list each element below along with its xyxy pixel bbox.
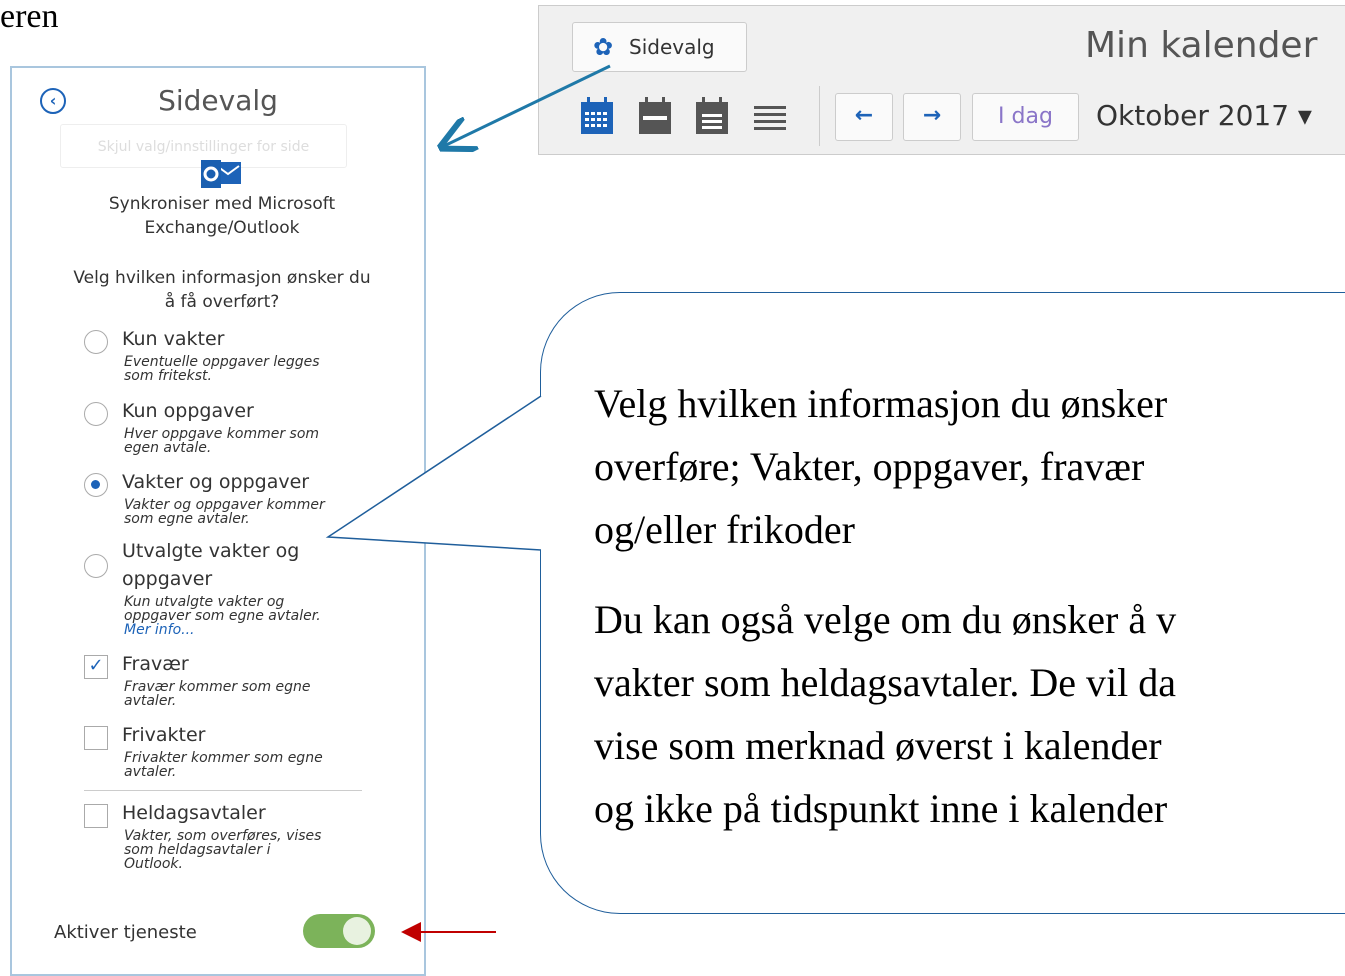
desc-line: Eventuelle oppgaver legges: [124, 354, 320, 370]
panel-title: Sidevalg: [158, 84, 278, 117]
option-label: Kun oppgaver: [122, 400, 254, 422]
checkbox-description: Vakter, som overføres, vises som heldags…: [124, 829, 364, 871]
callout-line: Velg hvilken informasjon du ønsker: [594, 381, 1168, 426]
desc-line: avtaler.: [124, 764, 177, 780]
callout-line: vakter som heldagsavtaler. De vil da: [594, 660, 1177, 705]
question-line-1: Velg hvilken informasjon ønsker du: [73, 268, 371, 288]
option-description: Kun utvalgte vakter og oppgaver som egne…: [124, 595, 364, 637]
toggle-knob: [343, 917, 371, 945]
callout-line: overføre; Vakter, oppgaver, fravær: [594, 444, 1145, 489]
option-label: Kun vakter: [122, 328, 225, 350]
arrow-left-icon: ←: [854, 103, 874, 128]
option-description: Eventuelle oppgaver legges som fritekst.: [124, 355, 364, 383]
option-description: Hver oppgave kommer som egen avtale.: [124, 427, 364, 455]
radio-button[interactable]: [84, 330, 108, 354]
question-line-2: å få overført?: [164, 292, 280, 312]
arrow-right-icon: →: [922, 103, 942, 128]
radio-button-selected[interactable]: [84, 473, 108, 497]
outlook-icon: [201, 160, 241, 188]
more-info-link[interactable]: Mer info...: [124, 623, 364, 637]
month-view-icon[interactable]: [579, 96, 615, 136]
sidevalg-button-label: Sidevalg: [629, 35, 715, 59]
activate-service-toggle[interactable]: [303, 914, 375, 948]
gear-icon: ✿: [593, 33, 614, 61]
callout-line: og/eller frikoder: [594, 507, 855, 552]
calendar-toolbar: ✿ Sidevalg Min kalender ← → I dag Oktobe…: [538, 5, 1345, 155]
desc-line: Frivakter kommer som egne: [124, 750, 323, 766]
sync-line-2: Exchange/Outlook: [144, 218, 300, 238]
sidevalg-button[interactable]: ✿ Sidevalg: [572, 22, 747, 72]
desc-line: Vakter, som overføres, vises: [124, 828, 322, 844]
desc-line: Fravær kommer som egne: [124, 679, 311, 695]
desc-line: som heldagsavtaler i: [124, 842, 271, 858]
checkbox-label: Fravær: [122, 653, 189, 675]
sync-description: Synkroniser med Microsoft Exchange/Outlo…: [52, 192, 392, 240]
desc-line: oppgaver som egne avtaler.: [124, 608, 321, 624]
option-label-line-1: Utvalgte vakter og: [122, 540, 300, 562]
checkbox[interactable]: [84, 726, 108, 750]
activate-service-label: Aktiver tjeneste: [54, 922, 197, 943]
callout-line: Du kan også velge om du ønsker å v: [594, 597, 1177, 642]
desc-line: Vakter og oppgaver kommer: [124, 497, 325, 513]
page-title: Min kalender: [1085, 25, 1318, 66]
option-label-line-2: oppgaver: [122, 568, 213, 590]
desc-line: Kun utvalgte vakter og: [124, 594, 285, 610]
checkbox-label: Heldagsavtaler: [122, 802, 266, 824]
checkbox-label: Frivakter: [122, 724, 206, 746]
checkbox-description: Fravær kommer som egne avtaler.: [124, 680, 364, 708]
desc-line: Outlook.: [124, 856, 183, 872]
today-button[interactable]: I dag: [972, 93, 1079, 141]
cropped-heading-fragment: eren: [0, 0, 59, 35]
sidevalg-panel: ‹ Sidevalg Skjul valg/innstillinger for …: [10, 66, 426, 976]
callout-line: vise som merknad øverst i kalender: [594, 723, 1162, 768]
day-view-icon[interactable]: [694, 96, 730, 136]
divider: [84, 790, 362, 791]
radio-button[interactable]: [84, 402, 108, 426]
desc-line: Hver oppgave kommer som: [124, 426, 320, 442]
callout-line: og ikke på tidspunkt inne i kalender: [594, 786, 1168, 831]
month-selector[interactable]: Oktober 2017 ▾: [1096, 99, 1312, 132]
radio-button[interactable]: [84, 554, 108, 578]
desc-line: avtaler.: [124, 693, 177, 709]
list-view-icon[interactable]: [752, 96, 788, 136]
toolbar-separator: [819, 86, 820, 146]
sync-line-1: Synkroniser med Microsoft: [108, 194, 336, 214]
checkbox-description: Frivakter kommer som egne avtaler.: [124, 751, 364, 779]
desc-line: som fritekst.: [124, 368, 212, 384]
next-button[interactable]: →: [903, 93, 961, 141]
choose-question: Velg hvilken informasjon ønsker du å få …: [42, 266, 402, 314]
week-view-icon[interactable]: [637, 96, 673, 136]
checkbox[interactable]: [84, 804, 108, 828]
prev-button[interactable]: ←: [835, 93, 893, 141]
option-label: Vakter og oppgaver: [122, 471, 310, 493]
desc-line: egen avtale.: [124, 440, 212, 456]
option-description: Vakter og oppgaver kommer som egne avtal…: [124, 498, 364, 526]
checkbox-checked[interactable]: ✓: [84, 655, 108, 679]
desc-line: som egne avtaler.: [124, 511, 250, 527]
